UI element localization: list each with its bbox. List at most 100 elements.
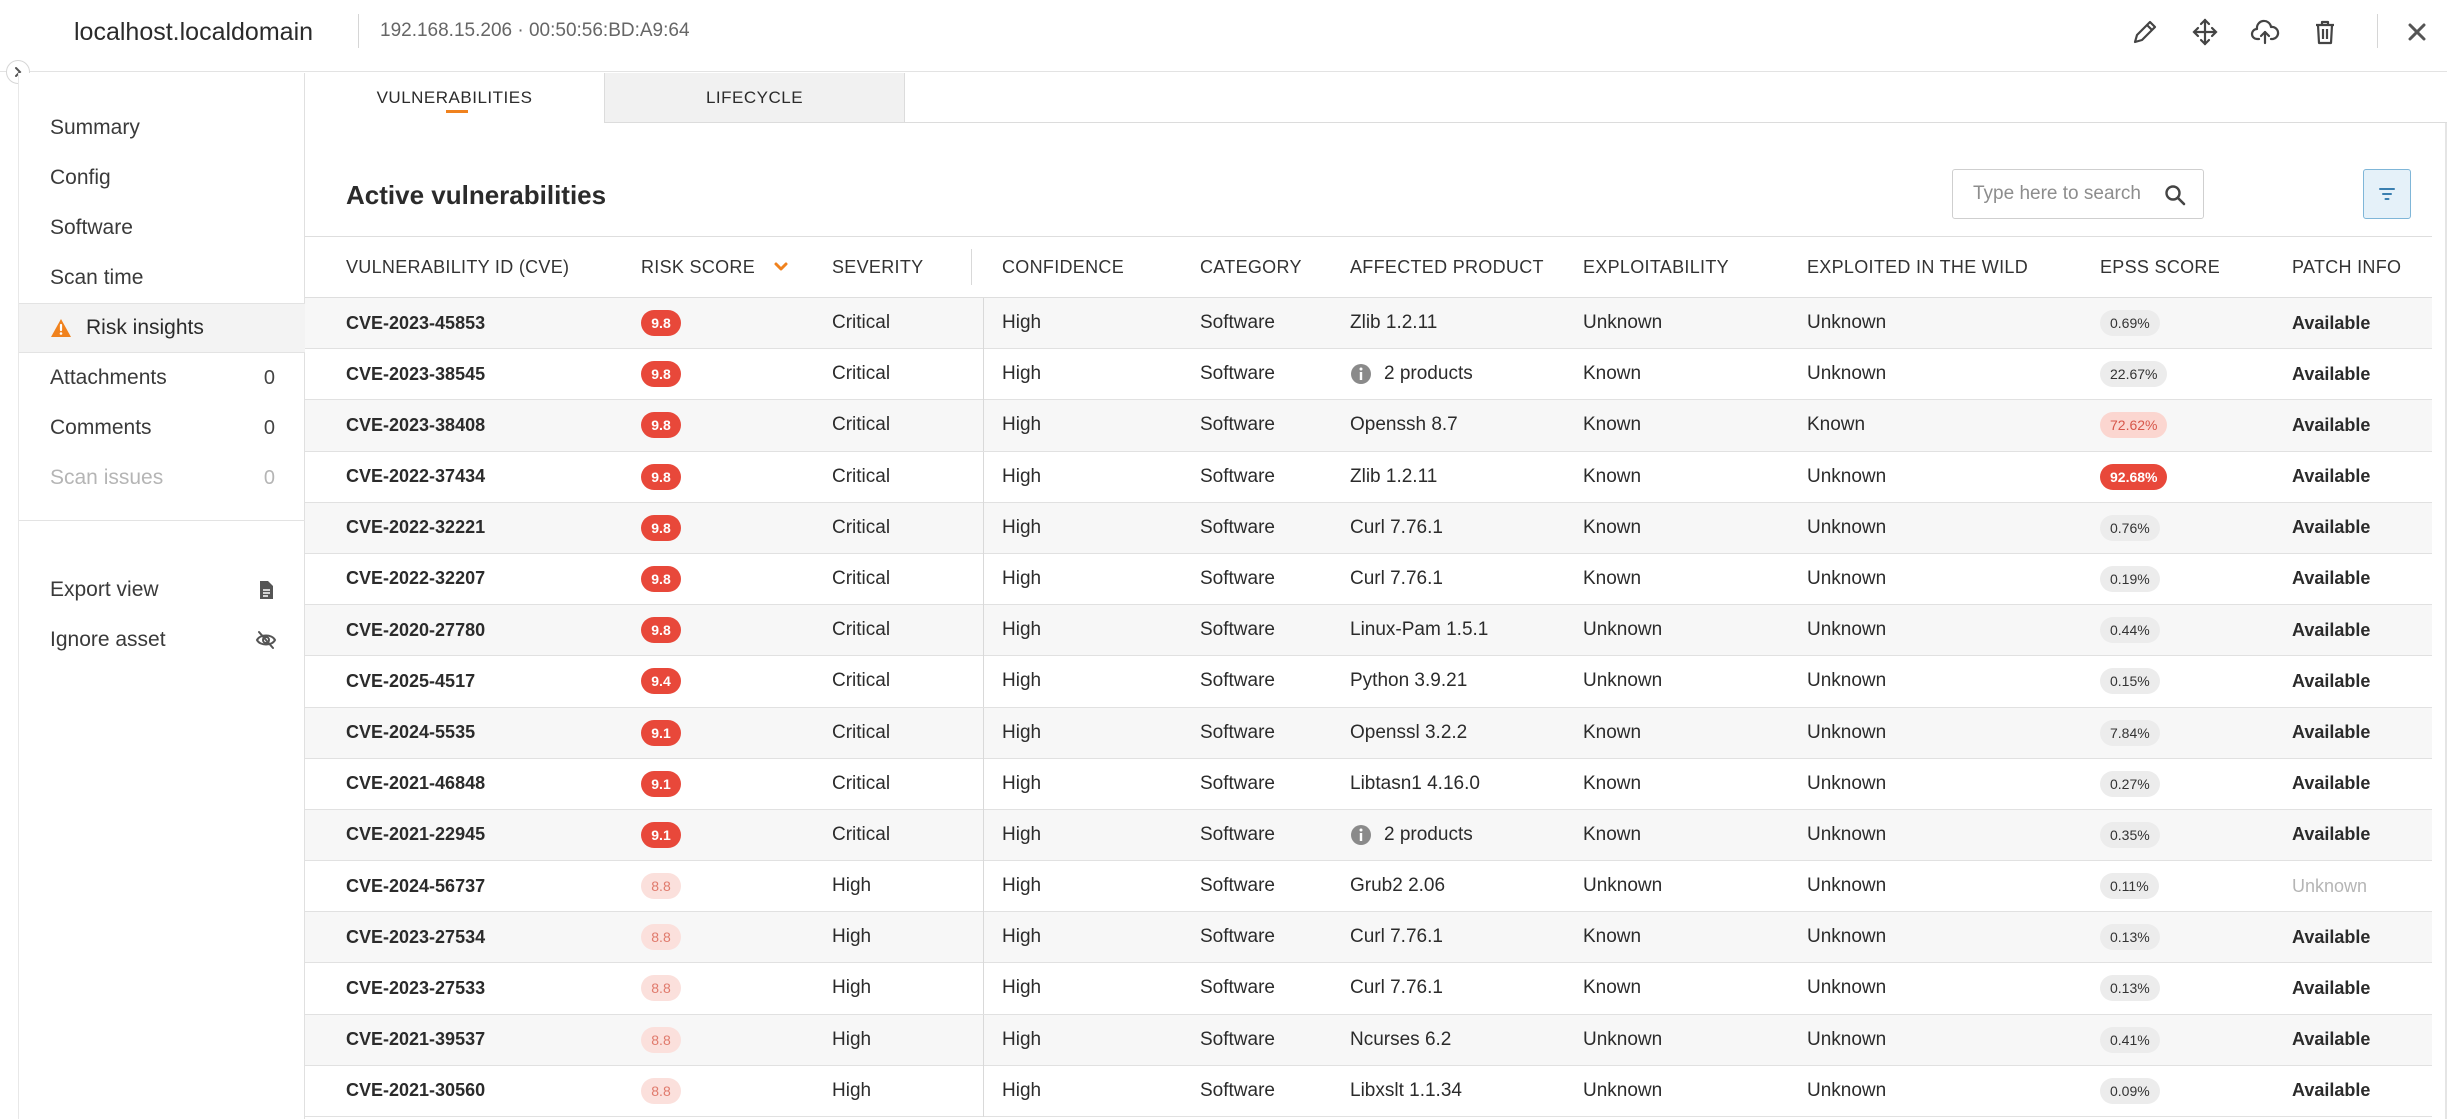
table-row[interactable]: CVE-2021-30560 8.8 High High Software Libxslt… [305,1065,2432,1117]
cell-category: Software [1200,503,1275,553]
search-input[interactable] [1953,170,2153,218]
column-header-severity[interactable]: SEVERITY [832,237,923,297]
sort-desc-icon [774,262,788,271]
exploited-in-wild-text: Unknown [1807,823,1887,845]
scan-issues-count: 0 [263,466,275,489]
cell-cve-id: CVE-2023-27533 [346,963,485,1013]
exploited-in-wild-text: Unknown [1807,1079,1887,1101]
table-row[interactable]: CVE-2021-39537 8.8 High High Software Ncurses… [305,1014,2432,1066]
table-row[interactable]: CVE-2021-46848 9.1 Critical High Software Lib… [305,758,2432,810]
epss-badge: 0.19% [2100,565,2160,592]
search-icon[interactable] [2163,183,2187,207]
column-header-risk-score[interactable]: RISK SCORE [641,237,789,297]
cell-confidence: High [983,451,1041,503]
cell-patch-info: Available [2292,554,2370,604]
table-row[interactable]: CVE-2023-45853 9.8 Critical High Software Zli… [305,298,2432,350]
column-divider [983,707,984,759]
column-header-epss-score[interactable]: EPSS SCORE [2100,237,2220,297]
confidence-text: High [1002,823,1042,845]
risk-score-badge: 8.8 [641,975,681,1002]
table-row[interactable]: CVE-2023-27534 8.8 High High Software Curl 7.… [305,912,2432,964]
tab-vulnerabilities[interactable]: VULNERABILITIES [305,73,605,123]
risk-score-badge: 9.1 [641,719,681,746]
exploited-in-wild-text: Unknown [1807,1028,1887,1050]
sidebar-item-scan-time[interactable]: Scan time [19,253,305,303]
cell-cve-id: CVE-2020-27780 [346,605,485,655]
epss-badge: 0.13% [2100,975,2160,1002]
cell-severity: High [832,1066,871,1116]
sidebar-item-risk-insights[interactable]: Risk insights [19,303,305,353]
patch-info-text: Available [2292,977,2371,998]
sidebar-item-label: Risk insights [86,316,204,339]
table-row[interactable]: CVE-2021-22945 9.1 Critical High Software 2 p… [305,809,2432,862]
close-icon[interactable] [2397,12,2437,52]
cve-id-text: CVE-2021-39537 [346,1029,486,1050]
exploitability-text: Known [1583,721,1642,743]
export-view-button[interactable]: Export view [19,565,305,615]
info-icon[interactable] [1350,363,1372,385]
pencil-icon[interactable] [2125,12,2165,52]
confidence-text: High [1002,1079,1042,1101]
cell-exploitability: Unknown [1583,1066,1662,1116]
cell-patch-info: Available [2292,810,2370,860]
table-row[interactable]: CVE-2022-32221 9.8 Critical High Software Cur… [305,502,2432,554]
cell-epss-score: 7.84% [2100,708,2160,758]
tab-label: LIFECYCLE [705,87,804,107]
column-header-exploited-in-wild[interactable]: EXPLOITED IN THE WILD [1807,237,2028,297]
patch-info-text: Available [2292,312,2371,333]
cve-id-text: CVE-2021-22945 [346,824,486,845]
column-header-confidence[interactable]: CONFIDENCE [1002,237,1124,297]
sidebar-item-software[interactable]: Software [19,203,305,253]
sidebar-item-comments[interactable]: Comments 0 [19,403,305,453]
exploitability-text: Known [1583,516,1642,538]
column-header-cve[interactable]: VULNERABILITY ID (CVE) [346,237,569,297]
cell-affected-product: Libxslt 1.1.34 [1350,1066,1462,1116]
sidebar-item-attachments[interactable]: Attachments 0 [19,353,305,403]
cell-affected-product: Zlib 1.2.11 [1350,298,1437,348]
cell-severity: Critical [832,349,890,399]
risk-score-badge: 9.8 [641,412,681,439]
cve-id-text: CVE-2023-38545 [346,363,486,384]
cell-category: Software [1200,554,1275,604]
cell-affected-product: Libtasn1 4.16.0 [1350,759,1480,809]
table-row[interactable]: CVE-2022-37434 9.8 Critical High Software Zli… [305,451,2432,503]
column-header-category[interactable]: CATEGORY [1200,237,1302,297]
table-row[interactable]: CVE-2024-56737 8.8 High High Software Grub2 2… [305,861,2432,913]
column-header-exploitability[interactable]: EXPLOITABILITY [1583,237,1729,297]
column-header-patch-info[interactable]: PATCH INFO [2292,237,2401,297]
tab-lifecycle[interactable]: LIFECYCLE [605,73,905,123]
column-divider [983,451,984,503]
cell-epss-score: 0.76% [2100,503,2160,553]
epss-badge: 22.67% [2100,361,2168,388]
table-row[interactable]: CVE-2023-38408 9.8 Critical High Software Ope… [305,400,2432,452]
network-icon[interactable] [2185,12,2225,52]
column-header-affected-product[interactable]: AFFECTED PRODUCT [1350,237,1544,297]
table-row[interactable]: CVE-2023-27533 8.8 High High Software Curl 7.… [305,963,2432,1015]
sidebar-item-summary[interactable]: Summary [19,103,305,153]
filter-button[interactable] [2363,169,2411,219]
trash-icon[interactable] [2305,12,2345,52]
patch-info-text: Available [2292,568,2371,589]
table-row[interactable]: CVE-2024-5535 9.1 Critical High Software Open… [305,707,2432,759]
cell-severity: Critical [832,605,890,655]
table-row[interactable]: CVE-2025-4517 9.4 Critical High Software Pyth… [305,656,2432,708]
cell-risk-score: 9.4 [641,656,681,706]
cloud-upload-icon[interactable] [2245,12,2285,52]
cell-exploitability: Known [1583,503,1641,553]
sidebar-item-config[interactable]: Config [19,153,305,203]
table-header: VULNERABILITY ID (CVE) RISK SCORE SEVERI… [305,236,2432,298]
cell-severity: Critical [832,298,890,348]
cell-exploitability: Known [1583,810,1641,860]
epss-badge: 0.13% [2100,924,2160,951]
table-row[interactable]: CVE-2023-38545 9.8 Critical High Software 2 p… [305,349,2432,401]
ignore-asset-button[interactable]: Ignore asset [19,615,305,665]
patch-info-text: Available [2292,466,2371,487]
eye-off-icon [255,631,277,649]
exploited-in-wild-text: Unknown [1807,670,1887,692]
table-row[interactable]: CVE-2022-32207 9.8 Critical High Software Cur… [305,553,2432,606]
exploitability-text: Known [1583,823,1642,845]
info-icon[interactable] [1350,824,1372,846]
cell-epss-score: 0.09% [2100,1066,2160,1116]
table-row[interactable]: CVE-2020-27780 9.8 Critical High Software Lin… [305,605,2432,657]
exploitability-text: Unknown [1583,1028,1663,1050]
